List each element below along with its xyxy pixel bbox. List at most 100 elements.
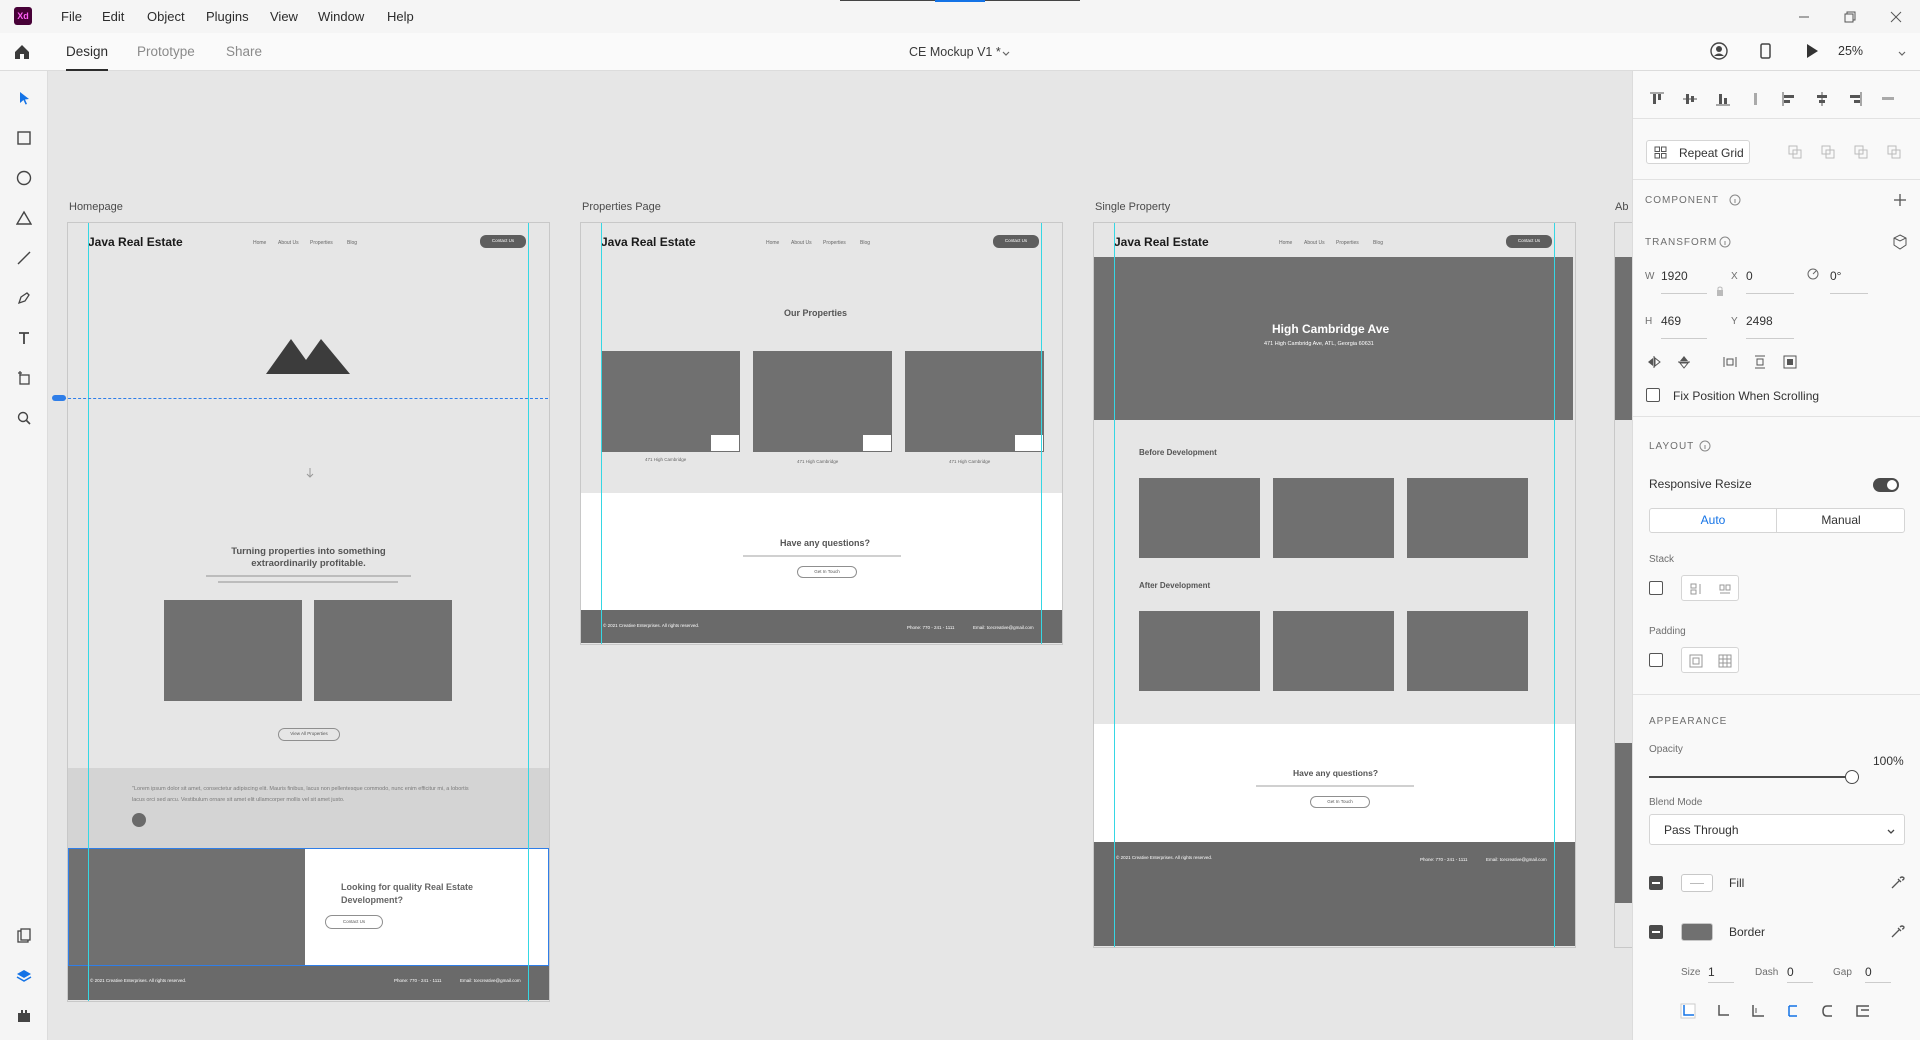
fill-swatch[interactable] (1681, 874, 1713, 892)
rotation-field[interactable]: 0° (1830, 269, 1841, 283)
zoom-chevron-icon[interactable] (1897, 47, 1907, 57)
distribute-vertical-icon[interactable] (1745, 88, 1767, 110)
mobile-preview-icon[interactable] (1756, 42, 1774, 60)
menu-file[interactable]: File (61, 9, 82, 24)
border-swatch[interactable] (1681, 923, 1713, 941)
artboard-tool-icon[interactable] (12, 366, 36, 390)
artboard-single-property[interactable]: Java Real Estate Home About Us Propertie… (1093, 222, 1576, 948)
assets-icon[interactable] (12, 924, 36, 948)
opacity-slider-knob[interactable] (1845, 770, 1859, 784)
zoom-level[interactable]: 25% (1838, 44, 1863, 58)
line-tool-icon[interactable] (12, 246, 36, 270)
fix-position-checkbox[interactable] (1646, 388, 1660, 402)
zoom-tool-icon[interactable] (12, 406, 36, 430)
rectangle-tool-icon[interactable] (12, 126, 36, 150)
viewport-height-handle[interactable] (52, 395, 66, 401)
opacity-slider[interactable] (1649, 770, 1859, 784)
padding-checkbox[interactable] (1649, 653, 1663, 667)
ellipse-tool-icon[interactable] (12, 166, 36, 190)
height-field[interactable]: 469 (1661, 314, 1681, 328)
align-right-icon[interactable] (1844, 88, 1866, 110)
add-component-icon[interactable] (1893, 193, 1907, 207)
fill-checkbox[interactable] (1649, 876, 1663, 890)
pen-tool-icon[interactable] (12, 286, 36, 310)
home-icon[interactable] (13, 43, 31, 61)
opacity-value[interactable]: 100% (1873, 754, 1904, 768)
align-center-icon[interactable] (1811, 88, 1833, 110)
border-inner-icon[interactable] (1677, 1000, 1699, 1022)
menu-view[interactable]: View (270, 9, 298, 24)
chevron-down-icon[interactable] (1001, 47, 1011, 57)
auto-option[interactable]: Auto (1650, 509, 1777, 532)
boolean-add-icon[interactable] (1784, 141, 1806, 163)
align-top-icon[interactable] (1646, 88, 1668, 110)
width-field[interactable]: 1920 (1661, 269, 1688, 283)
artboard-label-homepage[interactable]: Homepage (69, 201, 123, 213)
artboard-label-single[interactable]: Single Property (1095, 201, 1170, 213)
3d-transform-icon[interactable] (1892, 234, 1908, 250)
artboard-label-properties[interactable]: Properties Page (582, 201, 661, 213)
restore-icon[interactable] (1843, 10, 1857, 24)
menu-plugins[interactable]: Plugins (206, 9, 249, 24)
border-size-field[interactable]: 1 (1708, 965, 1715, 979)
layers-icon[interactable] (12, 964, 36, 988)
artboard-label-partial[interactable]: Ab (1615, 201, 1628, 213)
selected-group[interactable]: Looking for quality Real Estate Developm… (68, 848, 549, 966)
tab-design[interactable]: Design (66, 44, 109, 71)
menu-edit[interactable]: Edit (102, 9, 124, 24)
eyedropper-icon[interactable] (1889, 924, 1905, 940)
tab-prototype[interactable]: Prototype (137, 44, 195, 59)
align-bottom-icon[interactable] (1712, 88, 1734, 110)
cap-square-icon[interactable] (1852, 1000, 1874, 1022)
tab-share[interactable]: Share (226, 44, 262, 59)
text-tool-icon[interactable] (12, 326, 36, 350)
border-center-icon[interactable] (1712, 1000, 1734, 1022)
lock-aspect-icon[interactable] (1715, 285, 1725, 297)
stack-checkbox[interactable] (1649, 581, 1663, 595)
menu-window[interactable]: Window (318, 9, 364, 24)
document-title[interactable]: CE Mockup V1 * (909, 45, 1001, 59)
stack-horizontal-icon[interactable] (1714, 578, 1736, 600)
repeat-grid-button[interactable]: Repeat Grid (1646, 140, 1750, 164)
artboard-properties[interactable]: Java Real Estate Home About Us Propertie… (580, 222, 1063, 645)
align-middle-icon[interactable] (1679, 88, 1701, 110)
boolean-subtract-icon[interactable] (1817, 141, 1839, 163)
align-left-icon[interactable] (1778, 88, 1800, 110)
viewport-height-marker[interactable] (53, 398, 548, 399)
border-gap-field[interactable]: 0 (1865, 965, 1872, 979)
minimize-icon[interactable] (1797, 10, 1811, 24)
info-icon[interactable] (1719, 236, 1731, 248)
responsive-resize-toggle[interactable] (1873, 478, 1899, 492)
padding-uniform-icon[interactable] (1685, 650, 1707, 672)
boolean-exclude-icon[interactable] (1883, 141, 1905, 163)
play-icon[interactable] (1803, 42, 1821, 60)
blend-mode-select[interactable]: Pass Through (1649, 814, 1905, 845)
pin-left-right-icon[interactable] (1719, 351, 1741, 373)
y-field[interactable]: 2498 (1746, 314, 1773, 328)
pin-top-bottom-icon[interactable] (1749, 351, 1771, 373)
fit-content-icon[interactable] (1779, 351, 1801, 373)
close-icon[interactable] (1889, 10, 1903, 24)
flip-vertical-icon[interactable] (1673, 351, 1695, 373)
cap-butt-icon[interactable] (1782, 1000, 1804, 1022)
boolean-intersect-icon[interactable] (1850, 141, 1872, 163)
artboard-partial[interactable] (1614, 222, 1632, 948)
info-icon[interactable] (1729, 194, 1741, 206)
stack-vertical-icon[interactable] (1685, 578, 1707, 600)
flip-horizontal-icon[interactable] (1643, 351, 1665, 373)
border-dash-field[interactable]: 0 (1787, 965, 1794, 979)
distribute-horizontal-icon[interactable] (1877, 88, 1899, 110)
padding-individual-icon[interactable] (1714, 650, 1736, 672)
manual-option[interactable]: Manual (1778, 509, 1904, 532)
x-field[interactable]: 0 (1746, 269, 1753, 283)
menu-help[interactable]: Help (387, 9, 414, 24)
border-checkbox[interactable] (1649, 925, 1663, 939)
border-outer-icon[interactable] (1747, 1000, 1769, 1022)
plugins-icon[interactable] (12, 1004, 36, 1028)
select-tool-icon[interactable] (12, 86, 36, 110)
eyedropper-icon[interactable] (1889, 875, 1905, 891)
menu-object[interactable]: Object (147, 9, 185, 24)
polygon-tool-icon[interactable] (12, 206, 36, 230)
cap-round-icon[interactable] (1817, 1000, 1839, 1022)
artboard-homepage[interactable]: Java Real Estate Home About Us Propertie… (67, 222, 550, 1002)
